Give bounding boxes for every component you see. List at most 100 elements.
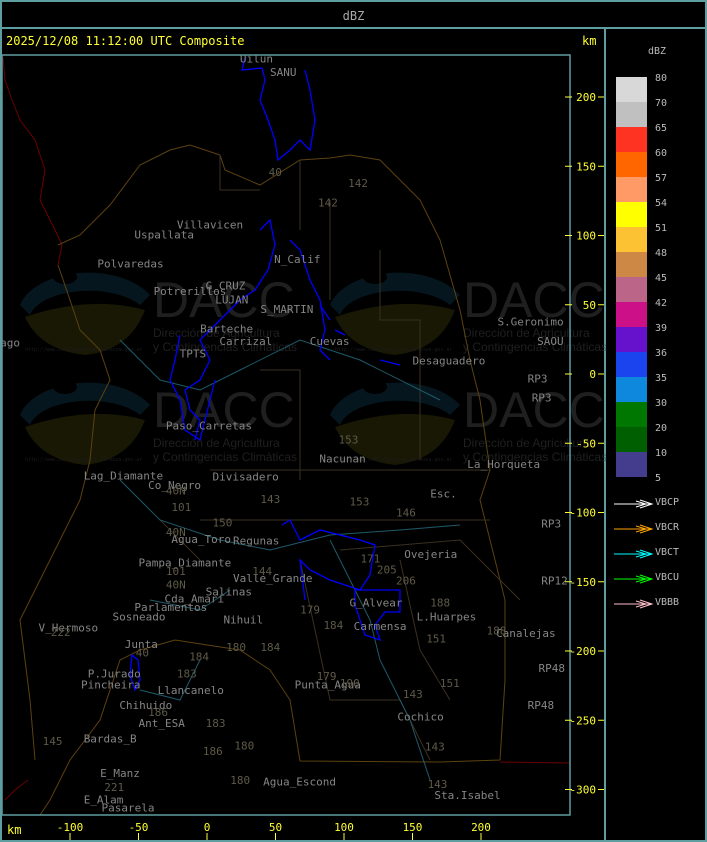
x-tick-label: 0 [204, 821, 211, 834]
place-label: Polvaredas [97, 257, 163, 270]
place-label: LUJAN [215, 293, 248, 306]
place-label: RP3 [528, 372, 548, 385]
x-tick-label: 150 [403, 821, 423, 834]
legend-label: 54 [655, 198, 668, 209]
watermark-line2: y Contingencias Climáticas [153, 450, 297, 464]
route-number: 40N [166, 484, 186, 497]
route-number: 143 [260, 493, 280, 506]
route-number: 188 [430, 597, 450, 610]
place-label: TPTS [180, 347, 207, 360]
place-label: Pincheira [81, 678, 141, 691]
place-label: Desaguadero [413, 354, 486, 367]
route-number: 222 [51, 626, 71, 639]
place-label: RP48 [539, 662, 566, 675]
route-number: 143 [403, 688, 423, 701]
legend-swatch-35 [616, 377, 647, 402]
legend-title: dBZ [648, 46, 667, 57]
timestamp-title: 2025/12/08 11:12:00 UTC Composite [6, 34, 245, 48]
watermark-url: http://www.contingencias.mendoza.gov.ar [335, 347, 452, 353]
route-number: 190 [340, 677, 360, 690]
route-number: 142 [348, 177, 368, 190]
route-number: 40 [269, 166, 282, 179]
place-label: RP3 [541, 518, 561, 531]
place-label: Carrizal [219, 335, 272, 348]
route-number: 183 [206, 717, 226, 730]
route-number: 143 [428, 778, 448, 791]
route-number: 151 [440, 677, 460, 690]
place-label: Carmensa [354, 620, 407, 633]
legend-label: 45 [655, 273, 668, 284]
watermark-layer: DACCDirección de Agriculturay Contingenc… [20, 270, 607, 465]
place-label: S_MARTIN [260, 303, 313, 316]
watermark-line2: y Contingencias Climáticas [463, 340, 607, 354]
route-number: 40N [166, 526, 186, 539]
place-label: Divisadero [212, 471, 278, 484]
unit-label-bottom: km [7, 823, 22, 837]
route-number: 101 [166, 565, 186, 578]
radar-arrow-icon [614, 499, 654, 509]
place-label: G_Alvear [349, 597, 402, 610]
place-label: S.Geronimo [497, 316, 563, 329]
route-number: 186 [148, 706, 168, 719]
place-label: Esc. [430, 487, 457, 500]
y-tick-label: -50 [576, 437, 596, 450]
place-label: Pasarela [102, 802, 155, 815]
route-number: 186 [203, 745, 223, 758]
radar-map[interactable]: DACCDirección de Agriculturay Contingenc… [0, 0, 707, 842]
route-number: 206 [396, 575, 416, 588]
radar-arrow-icon [614, 574, 654, 584]
place-label: E_Manz [100, 767, 140, 780]
y-tick-label: -200 [570, 645, 597, 658]
route-number: 184 [189, 651, 209, 664]
radar-label: VBCT [655, 547, 680, 558]
place-label: Llancanelo [158, 684, 224, 697]
y-tick-label: -100 [570, 507, 597, 520]
legend-swatch-36 [616, 352, 647, 377]
place-label: RP12 [541, 575, 568, 588]
legend-swatch-10 [616, 452, 647, 477]
legend-swatch-80 [616, 77, 647, 102]
watermark-url: http://www.contingencias.mendoza.gov.ar [25, 347, 142, 353]
place-label: Ant_ESA [139, 717, 186, 730]
legend-label: 35 [655, 373, 668, 384]
y-tick-label: 50 [583, 299, 596, 312]
watermark-url: http://www.contingencias.mendoza.gov.ar [25, 457, 142, 463]
place-label: SAOU [537, 335, 564, 348]
route-number: 180 [226, 641, 246, 654]
route-number: 183 [177, 667, 197, 680]
place-label: L.Huarpes [417, 611, 477, 624]
place-label: Barteche [200, 322, 253, 335]
legend-swatch-60 [616, 152, 647, 177]
radar-label: VBCR [655, 522, 680, 533]
radar-label: VBBB [655, 597, 680, 608]
watermark-line1: Dirección de Agricultura [153, 436, 280, 450]
place-label: SANU [270, 66, 297, 79]
route-number: 179 [317, 670, 337, 683]
route-number: 188 [486, 624, 506, 637]
route-number: 184 [260, 641, 280, 654]
route-number: 179 [300, 604, 320, 617]
route-number: 146 [396, 507, 416, 520]
radar-label: VBCU [655, 572, 680, 583]
x-tick-label: 200 [471, 821, 491, 834]
legend-swatch-30 [616, 402, 647, 427]
place-label: ago [0, 336, 20, 349]
y-tick-label: -150 [570, 576, 597, 589]
route-number: 205 [377, 563, 397, 576]
legend-swatch-45 [616, 277, 647, 302]
route-number: 144 [252, 565, 272, 578]
legend-label: 42 [655, 298, 668, 309]
legend-label: 36 [655, 348, 668, 359]
place-label: Sosneado [112, 611, 165, 624]
x-tick-label: 50 [269, 821, 282, 834]
place-label: La_Horqueta [467, 458, 540, 471]
legend-swatch-42 [616, 302, 647, 327]
y-tick-label: -300 [570, 784, 597, 797]
legend-label: 65 [655, 123, 668, 134]
radar-arrow-icon [614, 524, 654, 534]
place-label: G_CRUZ [206, 280, 246, 293]
place-label: Nacunan [319, 453, 365, 466]
place-label: RP3 [532, 392, 552, 405]
legend-label: 48 [655, 248, 668, 259]
place-label: Ovejeria [404, 548, 457, 561]
